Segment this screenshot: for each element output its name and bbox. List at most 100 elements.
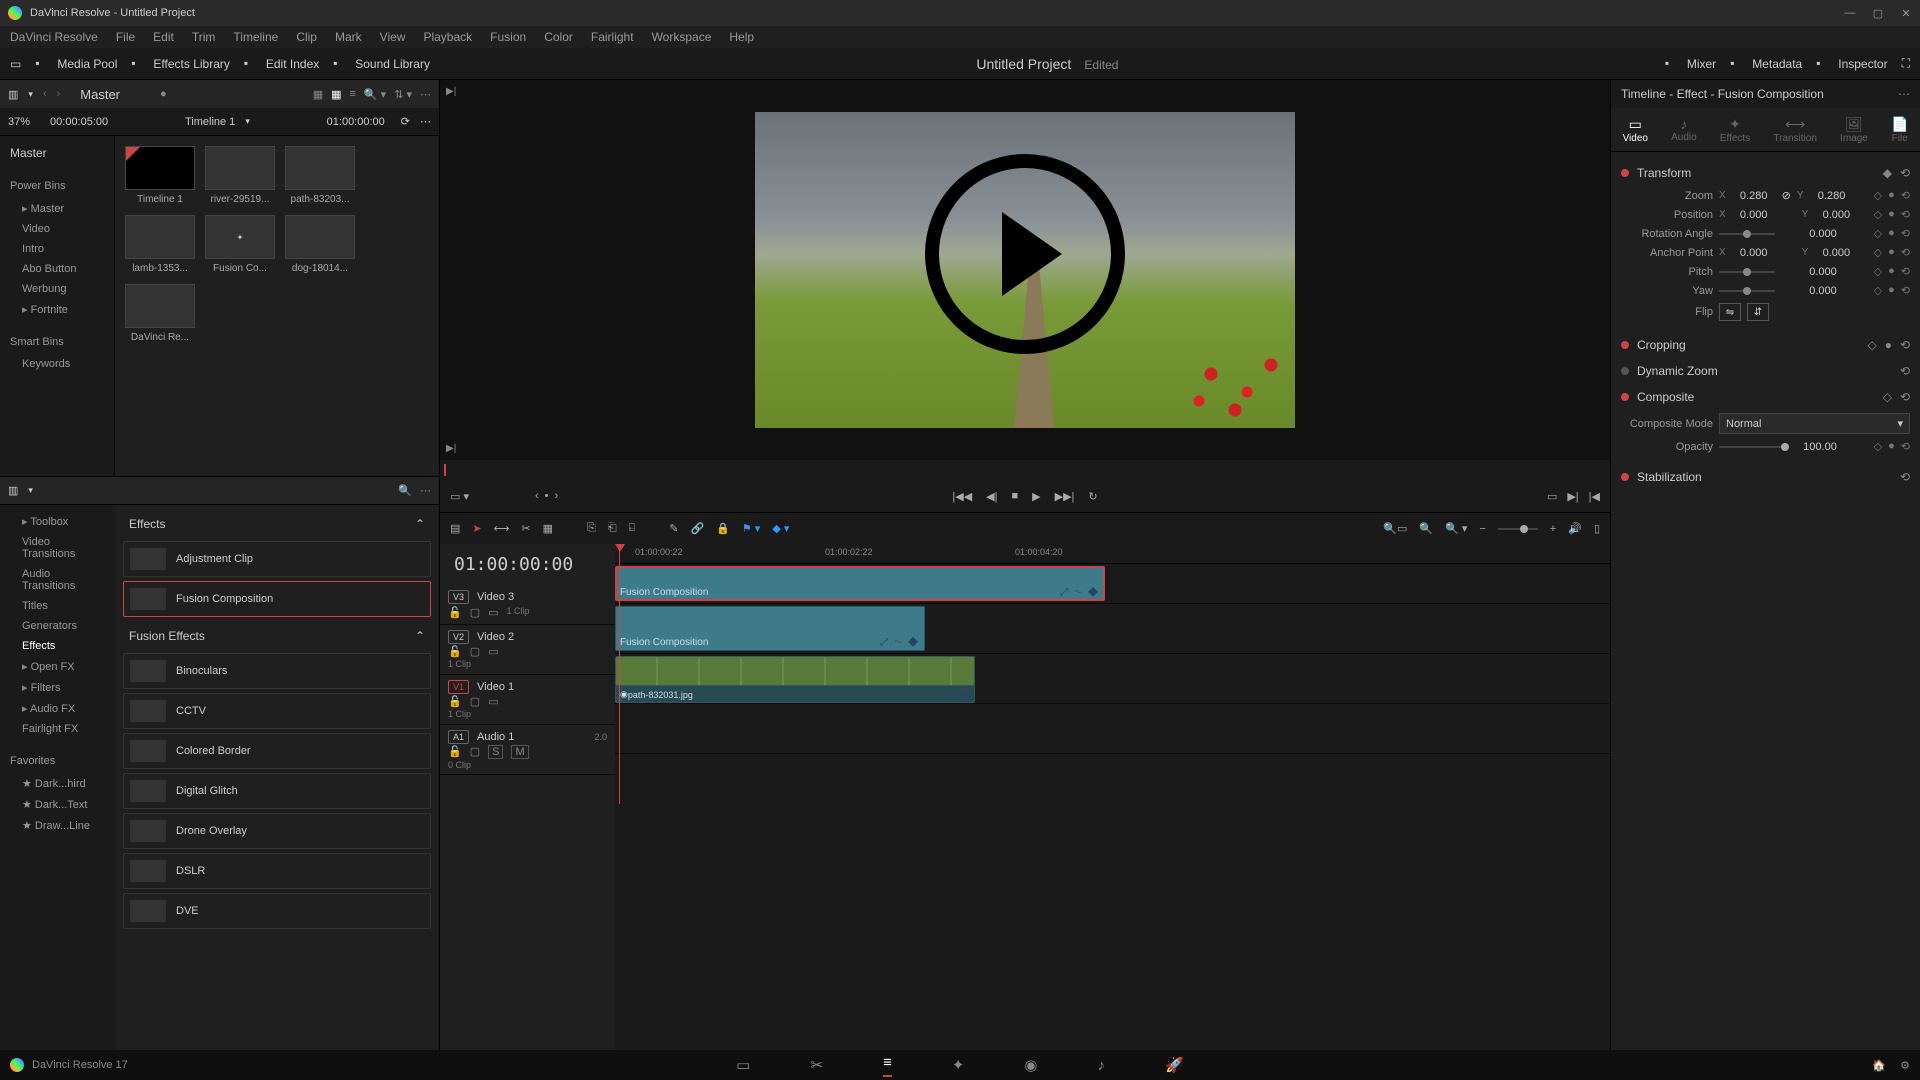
solo-button[interactable]: S	[488, 745, 503, 759]
sync-icon[interactable]: ⟳	[401, 115, 410, 128]
mark-in-icon[interactable]: ▶|	[446, 86, 456, 97]
clip-fx-icons[interactable]: ⤢ ∿ ◆	[880, 637, 920, 648]
composite-section[interactable]: Composite◇⟲	[1621, 384, 1910, 410]
menu-davinciresolve[interactable]: DaVinci Resolve	[10, 30, 98, 44]
pos-y-input[interactable]	[1814, 209, 1858, 221]
clip-item[interactable]: ✦Fusion Co...	[205, 215, 275, 274]
mark-out-icon[interactable]: ▶|	[446, 443, 456, 454]
view-list-icon[interactable]: ≡	[350, 88, 356, 100]
fxtree-generators[interactable]: Generators	[0, 616, 115, 636]
collapse-icon[interactable]: ⌃	[415, 629, 425, 643]
effect-fusion-composition[interactable]: Fusion Composition	[123, 581, 431, 617]
track-badge-v2[interactable]: V2	[448, 630, 469, 644]
timeline-name[interactable]: Timeline 1	[185, 116, 235, 128]
kf-dot-icon[interactable]: ●	[1888, 189, 1895, 202]
insp-tab-audio[interactable]: ♪Audio	[1671, 116, 1697, 143]
clip-label-v1[interactable]: ◉ path-832031.jpg∿ ◆	[615, 685, 975, 703]
auto-icon[interactable]: ▢	[470, 745, 480, 759]
page-fairlight-icon[interactable]: ♪	[1098, 1057, 1106, 1074]
page-media-icon[interactable]: ▭	[736, 1056, 750, 1074]
nav-fwd-icon[interactable]: ›	[57, 88, 61, 100]
clip-item[interactable]: path-83203...	[285, 146, 355, 205]
smartbin-keywords[interactable]: Keywords	[0, 354, 114, 374]
zoom-slider[interactable]	[1498, 528, 1538, 530]
flag-icon[interactable]: ⚑ ▾	[742, 522, 760, 535]
expand-icon[interactable]: ⛶	[1902, 56, 1910, 71]
folder-fortnite[interactable]: Fortnite	[0, 299, 114, 320]
fav-item[interactable]: ★ Draw...Line	[0, 815, 115, 836]
marker-dot-icon[interactable]: •	[545, 490, 549, 502]
effect-adjustment-clip[interactable]: Adjustment Clip	[123, 541, 431, 577]
ripple-icon[interactable]: ⎗	[608, 522, 617, 535]
page-edit-icon[interactable]: ≡	[883, 1054, 892, 1077]
reset-icon[interactable]: ⟲	[1900, 166, 1910, 180]
fxtree-filters[interactable]: Filters	[0, 677, 115, 698]
options-icon[interactable]: ⋯	[420, 484, 431, 497]
link-icon[interactable]: 🔗	[690, 522, 704, 535]
search-icon[interactable]: 🔍 ▾	[364, 88, 386, 101]
compmode-select[interactable]: Normal▾	[1719, 413, 1910, 434]
lock-icon[interactable]: 🔓	[448, 645, 462, 658]
fullscreen-icon[interactable]: ▭	[10, 57, 21, 71]
fxtree-audio-transitions[interactable]: Audio Transitions	[0, 564, 115, 596]
kf-icon[interactable]: ◇	[1874, 246, 1882, 259]
folder-abo button[interactable]: Abo Button	[0, 259, 114, 279]
reset-icon[interactable]: ⟲	[1901, 189, 1910, 202]
nav-back-icon[interactable]: ‹	[43, 88, 47, 100]
metadata-button[interactable]: ▪Metadata	[1730, 56, 1802, 72]
prev-frame-icon[interactable]: ◀|	[986, 490, 997, 503]
dropdown-icon[interactable]: ▾	[28, 485, 33, 496]
page-deliver-icon[interactable]: 🚀	[1165, 1056, 1184, 1074]
lock-icon[interactable]: 🔓	[448, 695, 462, 708]
fxtree-video-transitions[interactable]: Video Transitions	[0, 532, 115, 564]
clip-item[interactable]: lamb-1353...	[125, 215, 195, 274]
disable-icon[interactable]: ▭	[488, 606, 498, 619]
inspector-button[interactable]: ▪Inspector	[1816, 56, 1887, 72]
lock-icon[interactable]: 🔒	[716, 522, 730, 535]
anchor-y-input[interactable]	[1814, 247, 1858, 259]
menu-help[interactable]: Help	[729, 30, 754, 44]
flip-h-button[interactable]: ⇋	[1719, 303, 1741, 321]
page-cut-icon[interactable]: ✂	[810, 1056, 823, 1074]
panel-toggle-icon[interactable]: ▥	[8, 484, 18, 497]
zoom-mag-icon[interactable]: 🔍 ▾	[1445, 522, 1467, 535]
first-frame-icon[interactable]: |◀◀	[952, 490, 972, 503]
kf-dot-icon[interactable]: ●	[1888, 265, 1895, 278]
menu-file[interactable]: File	[116, 30, 135, 44]
clip-item[interactable]: river-29519...	[205, 146, 275, 205]
clip-fx-icons[interactable]: ⤢ ∿ ◆	[1060, 587, 1100, 598]
gear-icon[interactable]: ⚙	[1900, 1059, 1910, 1072]
view-meta-icon[interactable]: ▦	[313, 88, 323, 101]
next-edit-icon[interactable]: ›	[555, 490, 559, 502]
fusioneffect-binoculars[interactable]: Binoculars	[123, 653, 431, 689]
view-thumb-icon[interactable]: ▦	[331, 88, 341, 101]
reset-icon[interactable]: ⟲	[1901, 246, 1910, 259]
anchor-x-input[interactable]	[1732, 247, 1776, 259]
auto-icon[interactable]: ▢	[470, 695, 480, 708]
fxtree-open-fx[interactable]: Open FX	[0, 656, 115, 677]
append-icon[interactable]: ⎘	[587, 522, 596, 535]
marker-icon[interactable]: ◆ ▾	[772, 522, 789, 535]
fxtree-toolbox[interactable]: Toolbox	[0, 511, 115, 532]
options2-icon[interactable]: ⋯	[420, 115, 431, 128]
clip-fusion-v3[interactable]: Fusion Composition⤢ ∿ ◆	[615, 566, 1105, 601]
disable-icon[interactable]: ▭	[488, 645, 498, 658]
menu-view[interactable]: View	[380, 30, 406, 44]
effects-library-button[interactable]: ▪Effects Library	[131, 56, 229, 72]
find-icon[interactable]: 🔍▭	[1383, 522, 1407, 535]
close-icon[interactable]: ✕	[1900, 7, 1912, 19]
reset-icon[interactable]: ⟲	[1901, 265, 1910, 278]
page-fusion-icon[interactable]: ✦	[952, 1056, 965, 1074]
kf-icon[interactable]: ◇	[1867, 338, 1876, 352]
playhead-icon[interactable]	[615, 544, 625, 552]
loop-icon[interactable]: ↻	[1088, 490, 1097, 503]
cropping-section[interactable]: Cropping◇●⟲	[1621, 332, 1910, 358]
lock-icon[interactable]: 🔓	[448, 606, 462, 619]
zoom-y-input[interactable]	[1810, 190, 1854, 202]
maximize-icon[interactable]: ▢	[1872, 7, 1884, 19]
fusioneffect-colored-border[interactable]: Colored Border	[123, 733, 431, 769]
kf-icon[interactable]: ◇	[1874, 208, 1882, 221]
insp-tab-file[interactable]: 📄File	[1891, 116, 1908, 144]
rotation-input[interactable]	[1801, 228, 1845, 240]
zoom-fit-icon[interactable]: 🔍	[1419, 522, 1433, 535]
